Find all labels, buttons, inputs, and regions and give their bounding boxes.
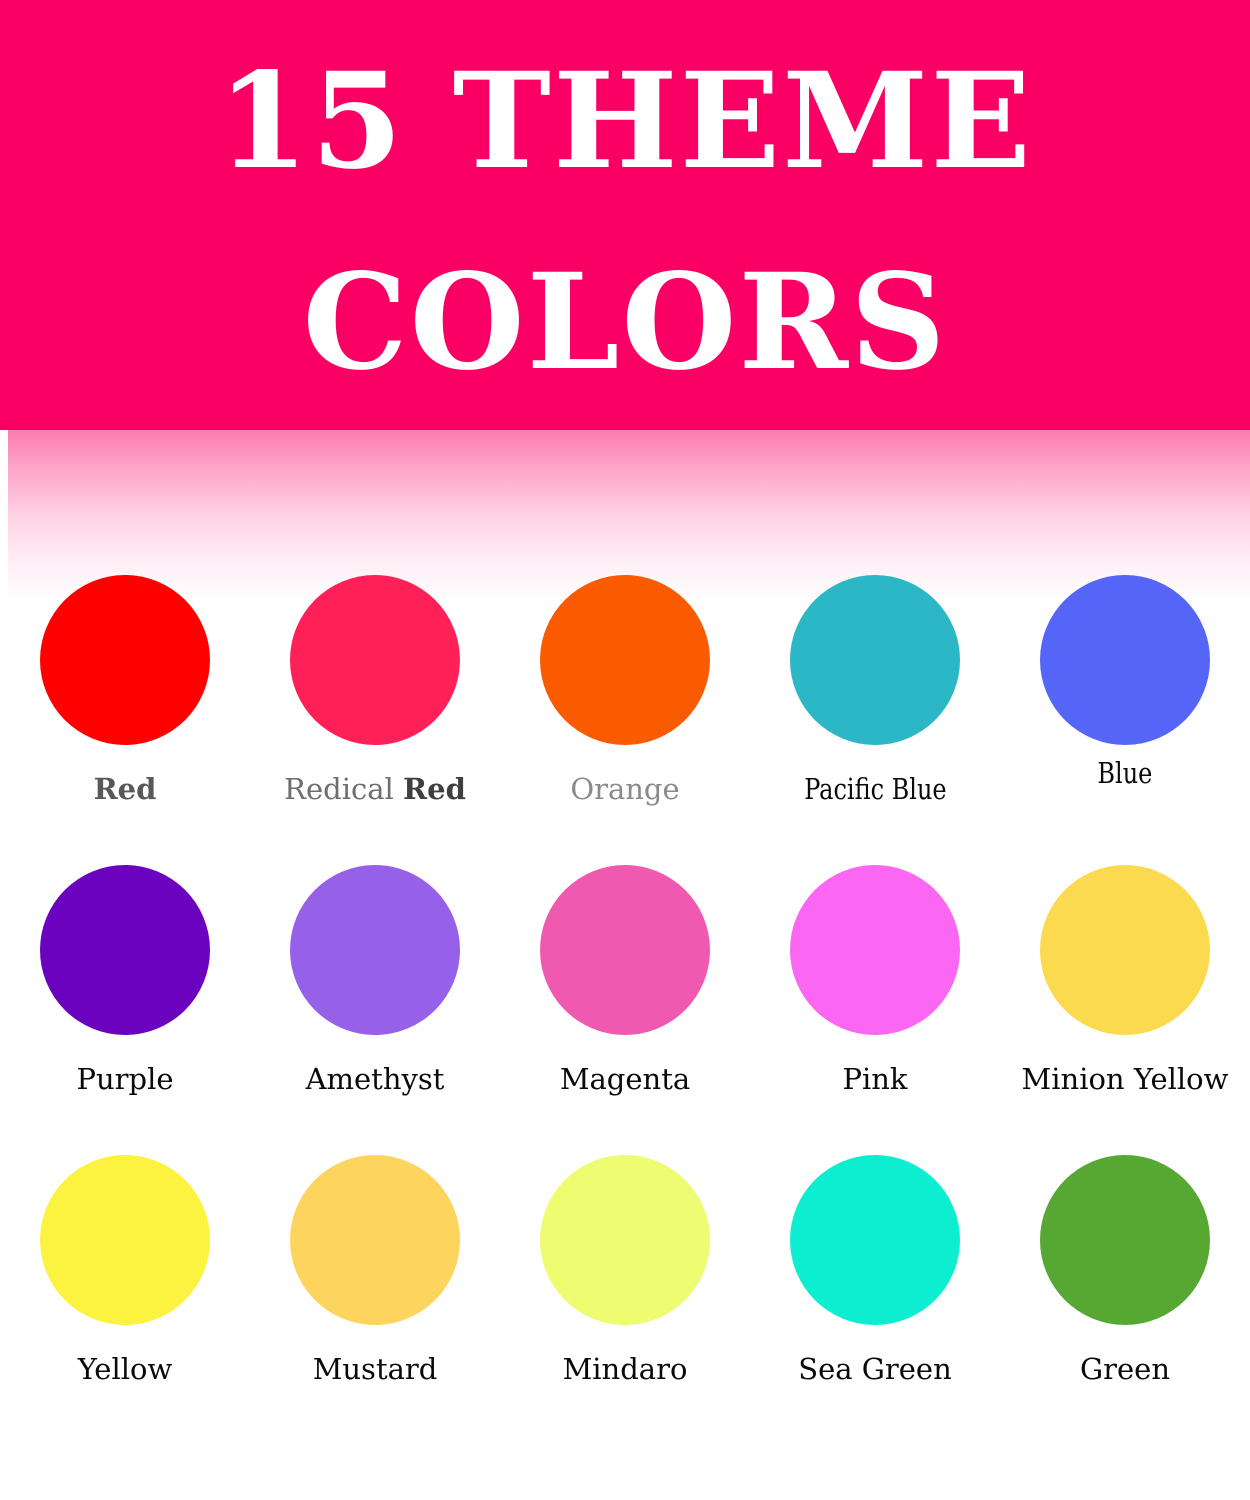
swatch-mindaro[interactable]: Mindaro	[500, 1155, 750, 1445]
color-circle[interactable]	[540, 575, 710, 745]
swatch-pink[interactable]: Pink	[750, 865, 1000, 1155]
swatch-label: Green	[1079, 1352, 1171, 1386]
swatch-label: Redical Red	[284, 775, 466, 804]
swatch-label: Pink	[842, 1062, 908, 1096]
swatch-sea-green[interactable]: Sea Green	[750, 1155, 1000, 1445]
color-circle[interactable]	[790, 865, 960, 1035]
swatch-mustard[interactable]: Mustard	[250, 1155, 500, 1445]
swatch-row: Purple Amethyst Magenta Pink Minion Yell…	[0, 865, 1250, 1155]
color-circle[interactable]	[40, 575, 210, 745]
color-circle[interactable]	[790, 1155, 960, 1325]
color-circle[interactable]	[1040, 865, 1210, 1035]
swatch-label: Mindaro	[562, 1352, 688, 1386]
swatch-pacific-blue[interactable]: Pacific Blue	[750, 575, 1000, 865]
swatch-label: Pacific Blue	[803, 772, 947, 806]
color-circle[interactable]	[790, 575, 960, 745]
color-circle[interactable]	[40, 865, 210, 1035]
swatch-row: Yellow Mustard Mindaro Sea Green Green	[0, 1155, 1250, 1445]
swatch-amethyst[interactable]: Amethyst	[250, 865, 500, 1155]
color-palette-poster: 15 THEME COLORS Red Redical Red Orange P…	[0, 0, 1250, 1500]
swatch-row: Red Redical Red Orange Pacific Blue Blue	[0, 575, 1250, 865]
swatch-label-regular: Redical	[284, 772, 404, 806]
color-swatch-grid: Red Redical Red Orange Pacific Blue Blue	[0, 575, 1250, 1445]
page-title: 15 THEME COLORS	[217, 44, 1033, 400]
swatch-label: Amethyst	[305, 1062, 445, 1096]
swatch-green[interactable]: Green	[1000, 1155, 1250, 1445]
swatch-label: Minion Yellow	[1021, 1062, 1229, 1096]
swatch-minion-yellow[interactable]: Minion Yellow	[1000, 865, 1250, 1155]
swatch-red[interactable]: Red	[0, 575, 250, 865]
swatch-label-bold: Red	[403, 772, 466, 806]
color-circle[interactable]	[40, 1155, 210, 1325]
swatch-magenta[interactable]: Magenta	[500, 865, 750, 1155]
swatch-purple[interactable]: Purple	[0, 865, 250, 1155]
color-circle[interactable]	[540, 1155, 710, 1325]
swatch-label: Yellow	[77, 1352, 173, 1386]
swatch-redical-red[interactable]: Redical Red	[250, 575, 500, 865]
swatch-blue[interactable]: Blue	[1000, 575, 1250, 865]
swatch-label: Sea Green	[798, 1352, 952, 1386]
color-circle[interactable]	[290, 865, 460, 1035]
color-circle[interactable]	[290, 575, 460, 745]
swatch-label: Mustard	[312, 1352, 438, 1386]
swatch-label: Orange	[570, 772, 680, 806]
header-banner: 15 THEME COLORS	[0, 0, 1250, 430]
swatch-orange[interactable]: Orange	[500, 575, 750, 865]
swatch-label: Blue	[1097, 756, 1153, 790]
swatch-label: Magenta	[559, 1062, 691, 1096]
color-circle[interactable]	[540, 865, 710, 1035]
color-circle[interactable]	[1040, 575, 1210, 745]
color-circle[interactable]	[290, 1155, 460, 1325]
swatch-label: Red	[93, 772, 157, 806]
swatch-yellow[interactable]: Yellow	[0, 1155, 250, 1445]
swatch-label: Purple	[76, 1062, 174, 1096]
color-circle[interactable]	[1040, 1155, 1210, 1325]
